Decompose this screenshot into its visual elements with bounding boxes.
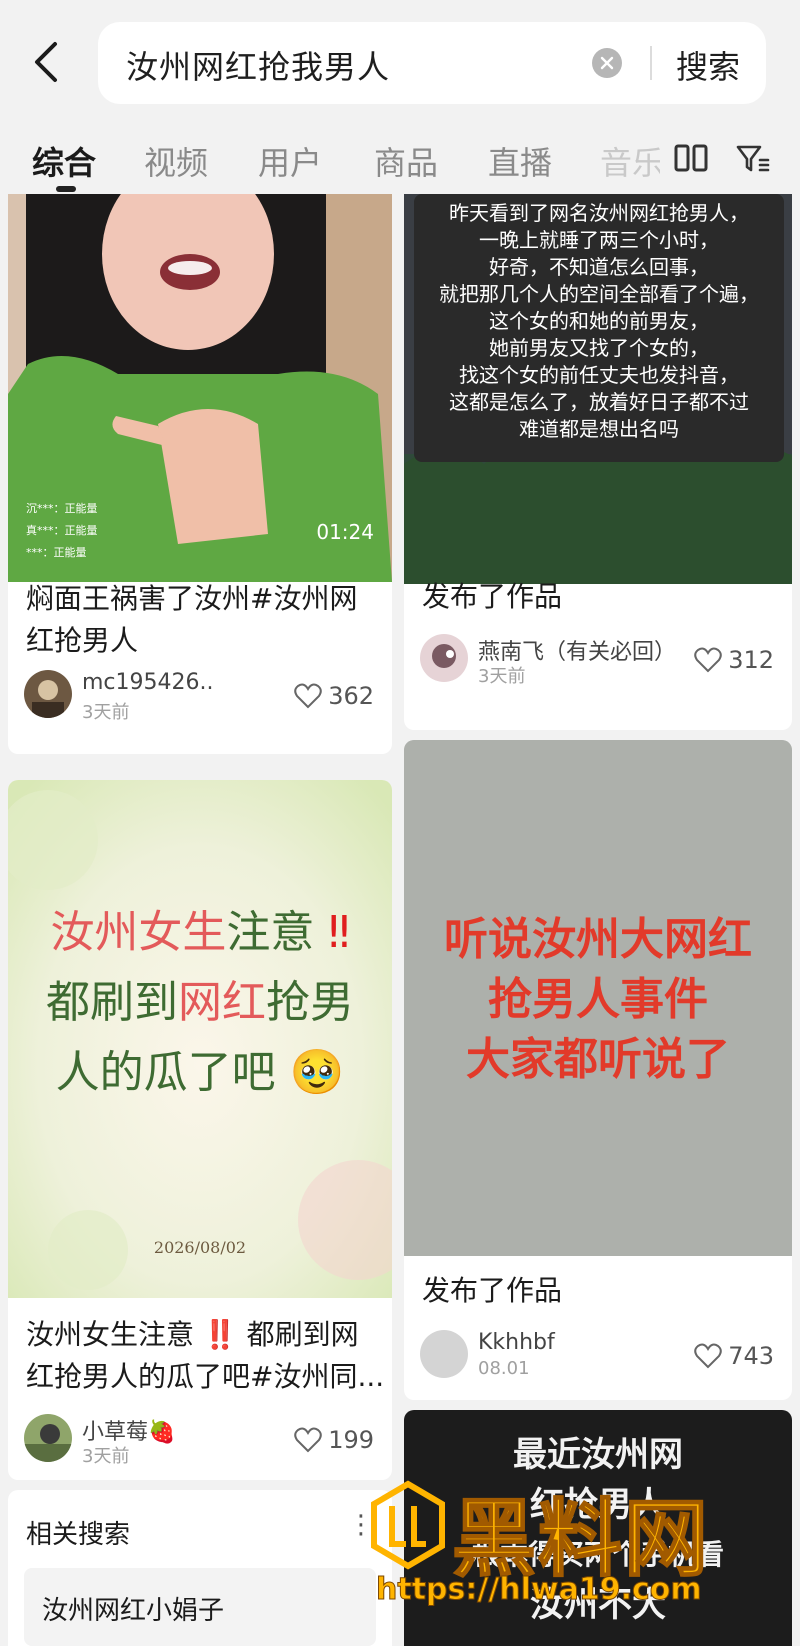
live-comment: 沉***：正能量 bbox=[26, 502, 98, 515]
tab-music[interactable]: 音乐 bbox=[600, 138, 660, 184]
poster-text: 听说汝州大网红 抢男人事件 大家都听说了 bbox=[444, 914, 752, 1085]
avatar[interactable] bbox=[420, 1330, 468, 1378]
related-title: 相关搜索 bbox=[26, 1520, 131, 1550]
video-card[interactable]: 昨天看到了网名汝州网红抢男人， 一晚上就睡了两三个小时， 好奇，不知道怎么回事，… bbox=[404, 194, 792, 730]
tab-indicator bbox=[56, 186, 76, 192]
post-time: 3天前 bbox=[82, 702, 130, 723]
like-count-value: 199 bbox=[328, 1426, 374, 1454]
divider bbox=[650, 46, 652, 80]
avatar[interactable] bbox=[24, 1414, 72, 1462]
related-search-item[interactable]: 汝州网红小娟子 bbox=[24, 1568, 376, 1646]
avatar[interactable] bbox=[24, 670, 72, 718]
heart-icon bbox=[294, 1427, 322, 1453]
video-card[interactable]: 汝州女生注意 ‼ 都刷到网红抢男 人的瓜了吧 🥹 2026/08/02 汝州女生… bbox=[8, 780, 392, 1480]
search-header: 汝州网红抢我男人 搜索 综合 视频 用户 商品 直播 音乐 bbox=[0, 0, 800, 200]
like-count-value: 362 bbox=[328, 682, 374, 710]
post-time: 08.01 bbox=[478, 1358, 530, 1379]
card-title: 汝州女生注意 ‼️ 都刷到网 红抢男人的瓜了吧#汝州同... bbox=[26, 1318, 385, 1393]
tab-user[interactable]: 用户 bbox=[258, 138, 322, 184]
poster-date: 2026/08/02 bbox=[153, 1238, 247, 1257]
search-input[interactable]: 汝州网红抢我男人 搜索 bbox=[98, 22, 766, 104]
card-title-line: 红抢男人 bbox=[26, 624, 139, 657]
heart-icon bbox=[694, 647, 722, 673]
back-button[interactable] bbox=[26, 38, 66, 86]
poster-text: 汝州女生注意 ‼ 都刷到网红抢男 人的瓜了吧 🥹 bbox=[46, 907, 354, 1098]
video-duration: 01:24 bbox=[316, 520, 374, 544]
author-name[interactable]: Kkhhbf bbox=[478, 1330, 555, 1355]
card-title: 发布了作品 bbox=[422, 580, 563, 613]
layout-toggle-icon[interactable] bbox=[674, 144, 708, 174]
author-name[interactable]: mc195426.. bbox=[82, 670, 214, 695]
heart-icon bbox=[694, 1343, 722, 1369]
like-count[interactable]: 743 bbox=[694, 1342, 774, 1370]
watermark: 黑料网 https://hlwa19.com bbox=[370, 1472, 780, 1642]
tab-goods[interactable]: 商品 bbox=[374, 138, 438, 184]
video-card[interactable]: 沉***：正能量 真***：正能量 ***：正能量 01:24 焖面王祸害了汝州… bbox=[8, 194, 392, 754]
card-title: 发布了作品 bbox=[422, 1274, 563, 1307]
watermark-logo-icon bbox=[371, 1480, 445, 1570]
video-card[interactable]: 听说汝州大网红 抢男人事件 大家都听说了 发布了作品 Kkhhbf 08.01 … bbox=[404, 740, 792, 1400]
post-time: 3天前 bbox=[82, 1446, 130, 1467]
heart-icon bbox=[294, 683, 322, 709]
like-count-value: 743 bbox=[728, 1342, 774, 1370]
like-count[interactable]: 199 bbox=[294, 1426, 374, 1454]
search-query: 汝州网红抢我男人 bbox=[126, 48, 391, 86]
watermark-url: https://hlwa19.com bbox=[376, 1572, 703, 1608]
tab-bar: 综合 视频 用户 商品 直播 音乐 bbox=[0, 130, 800, 192]
related-search-label: 汝州网红小娟子 bbox=[42, 1596, 225, 1626]
avatar[interactable] bbox=[420, 634, 468, 682]
related-searches: 相关搜索 ⋮ 汝州网红小娟子 bbox=[8, 1490, 392, 1646]
card-title-line: 焖面王祸害了汝州#汝州网 bbox=[26, 582, 358, 615]
tab-live[interactable]: 直播 bbox=[488, 138, 552, 184]
like-count[interactable]: 312 bbox=[694, 646, 774, 674]
live-comment: ***：正能量 bbox=[26, 546, 87, 559]
clear-icon[interactable] bbox=[592, 48, 622, 78]
chevron-left-icon bbox=[35, 42, 57, 82]
tab-comprehensive[interactable]: 综合 bbox=[32, 138, 96, 184]
live-comment: 真***：正能量 bbox=[26, 524, 98, 537]
filter-icon[interactable] bbox=[736, 144, 770, 174]
like-count-value: 312 bbox=[728, 646, 774, 674]
search-button[interactable]: 搜索 bbox=[676, 42, 740, 88]
video-caption-overlay: 昨天看到了网名汝州网红抢男人， 一晚上就睡了两三个小时， 好奇，不知道怎么回事，… bbox=[439, 201, 759, 441]
tab-video[interactable]: 视频 bbox=[144, 138, 208, 184]
card-title: 焖面王祸害了汝州#汝州网 红抢男人 bbox=[26, 578, 357, 662]
like-count[interactable]: 362 bbox=[294, 682, 374, 710]
post-time: 3天前 bbox=[478, 666, 526, 687]
